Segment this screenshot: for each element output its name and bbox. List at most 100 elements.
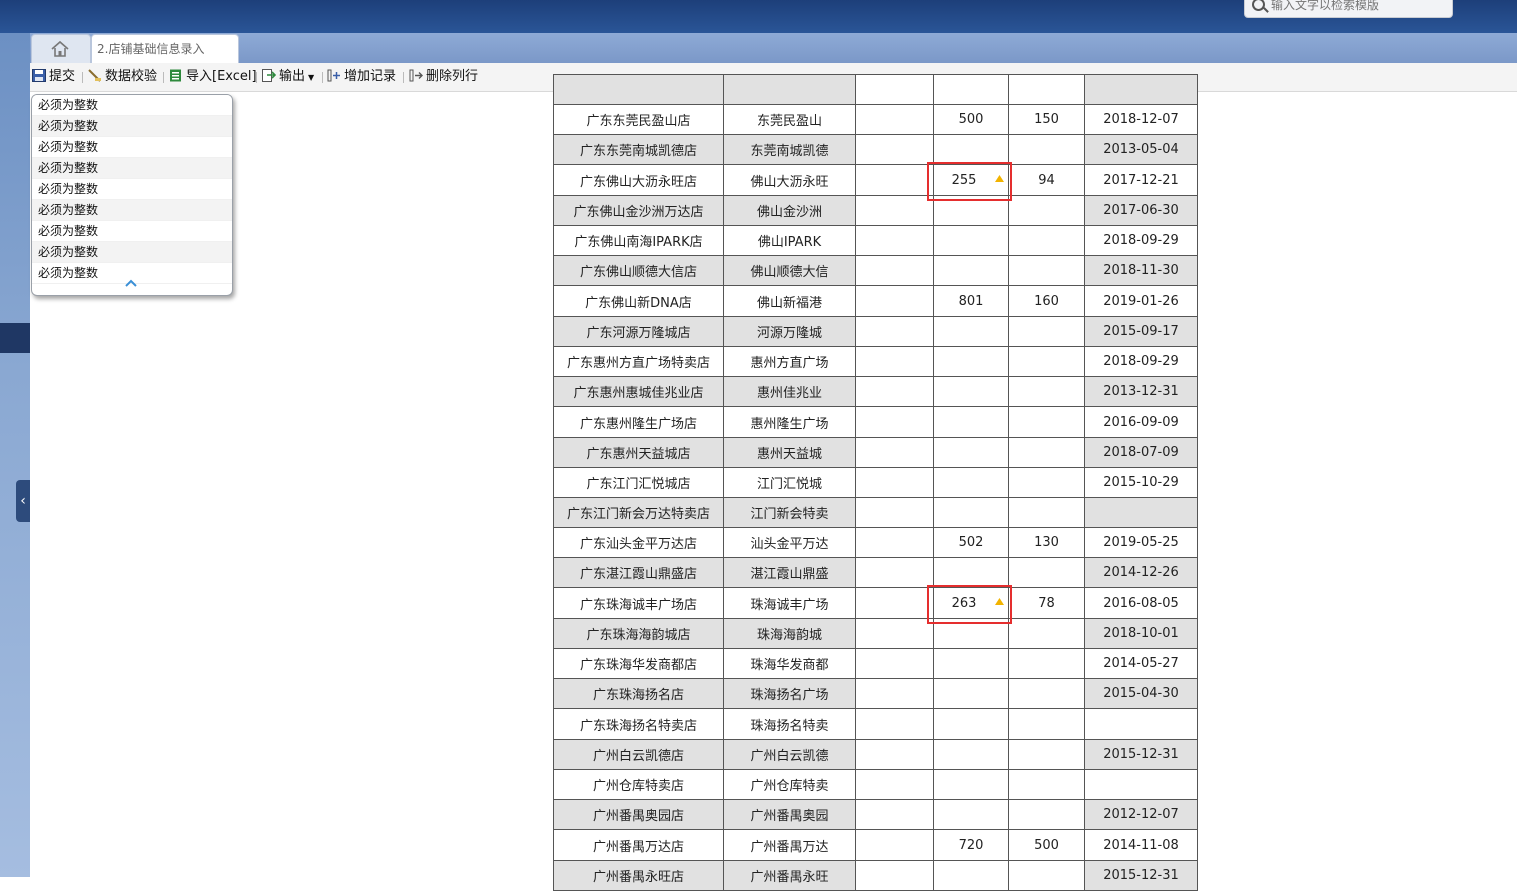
store-name-cell[interactable]: 广州番禺永旺店 <box>553 860 724 891</box>
value-cell-4[interactable] <box>933 678 1009 709</box>
value-cell-3[interactable] <box>855 769 934 800</box>
value-cell-5[interactable] <box>1008 316 1085 347</box>
value-cell-3[interactable] <box>855 708 934 740</box>
store-name-cell[interactable]: 广东珠海华发商都店 <box>553 648 724 679</box>
store-name-cell[interactable]: 广州番禺奥园店 <box>553 799 724 830</box>
store-short-name-cell[interactable]: 珠海诚丰广场 <box>723 587 856 619</box>
validation-message[interactable]: 必须为整数 <box>32 116 232 137</box>
open-date-cell[interactable]: 2013-12-31 <box>1084 376 1198 407</box>
value-cell-3[interactable] <box>855 104 934 135</box>
value-cell-5[interactable]: 500 <box>1008 829 1085 861</box>
value-cell-4[interactable] <box>933 648 1009 679</box>
value-cell-3[interactable] <box>855 799 934 830</box>
open-date-cell[interactable]: 2017-12-21 <box>1084 164 1198 196</box>
import-excel-button[interactable]: 导入[Excel] <box>169 69 257 85</box>
value-cell-5[interactable]: 78 <box>1008 587 1085 619</box>
store-name-cell[interactable]: 广东汕头金平万达店 <box>553 527 724 558</box>
open-date-cell[interactable]: 2014-12-26 <box>1084 557 1198 588</box>
store-short-name-cell[interactable]: 惠州方直广场 <box>723 346 856 377</box>
store-name-cell[interactable]: 广州番禺万达店 <box>553 829 724 861</box>
value-cell-5[interactable]: 130 <box>1008 527 1085 558</box>
value-cell-5[interactable] <box>1008 225 1085 256</box>
open-date-cell[interactable]: 2015-09-17 <box>1084 316 1198 347</box>
store-short-name-cell[interactable]: 佛山新福港 <box>723 285 856 317</box>
validation-message[interactable]: 必须为整数 <box>32 179 232 200</box>
store-short-name-cell[interactable]: 东莞南城凯德 <box>723 134 856 165</box>
open-date-cell[interactable]: 2015-04-30 <box>1084 678 1198 709</box>
store-short-name-cell[interactable]: 广州番禺奥园 <box>723 799 856 830</box>
value-cell-4[interactable] <box>933 376 1009 407</box>
value-cell-4[interactable]: 720 <box>933 829 1009 861</box>
value-cell-5[interactable] <box>1008 860 1085 891</box>
value-cell-3[interactable] <box>855 285 934 317</box>
store-short-name-cell[interactable]: 江门汇悦城 <box>723 467 856 498</box>
value-cell-5[interactable] <box>1008 437 1085 468</box>
value-cell-5[interactable] <box>1008 406 1085 438</box>
store-short-name-cell[interactable]: 惠州天益城 <box>723 437 856 468</box>
value-cell-4[interactable] <box>933 497 1009 528</box>
value-cell-3[interactable] <box>855 74 934 105</box>
value-cell-3[interactable] <box>855 648 934 679</box>
tab-store-info-entry[interactable]: 2.店铺基础信息录入 <box>91 34 239 63</box>
store-short-name-cell[interactable]: 珠海华发商都 <box>723 648 856 679</box>
value-cell-4[interactable] <box>933 346 1009 377</box>
value-cell-3[interactable] <box>855 316 934 347</box>
store-name-cell[interactable]: 广东珠海海韵城店 <box>553 618 724 649</box>
value-cell-3[interactable] <box>855 437 934 468</box>
store-short-name-cell[interactable]: 惠州佳兆业 <box>723 376 856 407</box>
open-date-cell[interactable]: 2013-05-04 <box>1084 134 1198 165</box>
store-name-cell[interactable]: 广东惠州天益城店 <box>553 437 724 468</box>
store-short-name-cell[interactable]: 佛山IPARK <box>723 225 856 256</box>
delete-column-row-button[interactable]: 删除列行 <box>409 69 478 85</box>
store-short-name-cell[interactable]: 湛江霞山鼎盛 <box>723 557 856 588</box>
value-cell-5[interactable] <box>1008 708 1085 740</box>
value-cell-5[interactable]: 94 <box>1008 164 1085 196</box>
store-short-name-cell[interactable]: 珠海扬名广场 <box>723 678 856 709</box>
store-short-name-cell[interactable]: 广州仓库特卖 <box>723 769 856 800</box>
open-date-cell[interactable]: 2014-05-27 <box>1084 648 1198 679</box>
store-short-name-cell[interactable]: 东莞民盈山 <box>723 104 856 135</box>
validation-message[interactable]: 必须为整数 <box>32 158 232 179</box>
submit-button[interactable]: 提交 <box>32 69 75 85</box>
store-short-name-cell[interactable]: 广州番禺万达 <box>723 829 856 861</box>
value-cell-5[interactable] <box>1008 195 1085 226</box>
value-cell-3[interactable] <box>855 164 934 196</box>
value-cell-4[interactable] <box>933 799 1009 830</box>
validation-message[interactable]: 必须为整数 <box>32 200 232 221</box>
open-date-cell[interactable]: 2015-12-31 <box>1084 860 1198 891</box>
store-name-cell[interactable]: 广东珠海扬名特卖店 <box>553 708 724 740</box>
template-search-box[interactable] <box>1244 0 1453 18</box>
store-short-name-cell[interactable]: 江门新会特卖 <box>723 497 856 528</box>
store-name-cell[interactable]: 广州白云凯德店 <box>553 739 724 770</box>
value-cell-3[interactable] <box>855 860 934 891</box>
open-date-cell[interactable]: 2018-11-30 <box>1084 255 1198 286</box>
store-short-name-cell[interactable]: 佛山大沥永旺 <box>723 164 856 196</box>
value-cell-5[interactable] <box>1008 799 1085 830</box>
validation-message[interactable]: 必须为整数 <box>32 137 232 158</box>
store-short-name-cell[interactable]: 佛山顺德大信 <box>723 255 856 286</box>
value-cell-5[interactable] <box>1008 134 1085 165</box>
value-cell-4[interactable] <box>933 134 1009 165</box>
store-short-name-cell[interactable]: 广州番禺永旺 <box>723 860 856 891</box>
value-cell-3[interactable] <box>855 467 934 498</box>
store-name-cell[interactable]: 广东珠海诚丰广场店 <box>553 587 724 619</box>
value-cell-4[interactable] <box>933 255 1009 286</box>
store-short-name-cell[interactable]: 珠海海韵城 <box>723 618 856 649</box>
value-cell-5[interactable] <box>1008 648 1085 679</box>
value-cell-4[interactable] <box>933 467 1009 498</box>
validation-message[interactable]: 必须为整数 <box>32 95 232 116</box>
value-cell-3[interactable] <box>855 618 934 649</box>
value-cell-4[interactable] <box>933 769 1009 800</box>
value-cell-5[interactable] <box>1008 769 1085 800</box>
open-date-cell[interactable]: 2017-06-30 <box>1084 195 1198 226</box>
value-cell-3[interactable] <box>855 678 934 709</box>
validate-button[interactable]: 数据校验 <box>88 69 157 85</box>
value-cell-5[interactable] <box>1008 618 1085 649</box>
store-name-cell[interactable]: 广东惠州隆生广场店 <box>553 406 724 438</box>
value-cell-4[interactable] <box>933 557 1009 588</box>
add-record-button[interactable]: 增加记录 <box>327 69 396 85</box>
chevron-up-icon[interactable] <box>124 278 138 288</box>
open-date-cell[interactable]: 2016-08-05 <box>1084 587 1198 619</box>
value-cell-4[interactable] <box>933 708 1009 740</box>
open-date-cell[interactable]: 2012-12-07 <box>1084 799 1198 830</box>
